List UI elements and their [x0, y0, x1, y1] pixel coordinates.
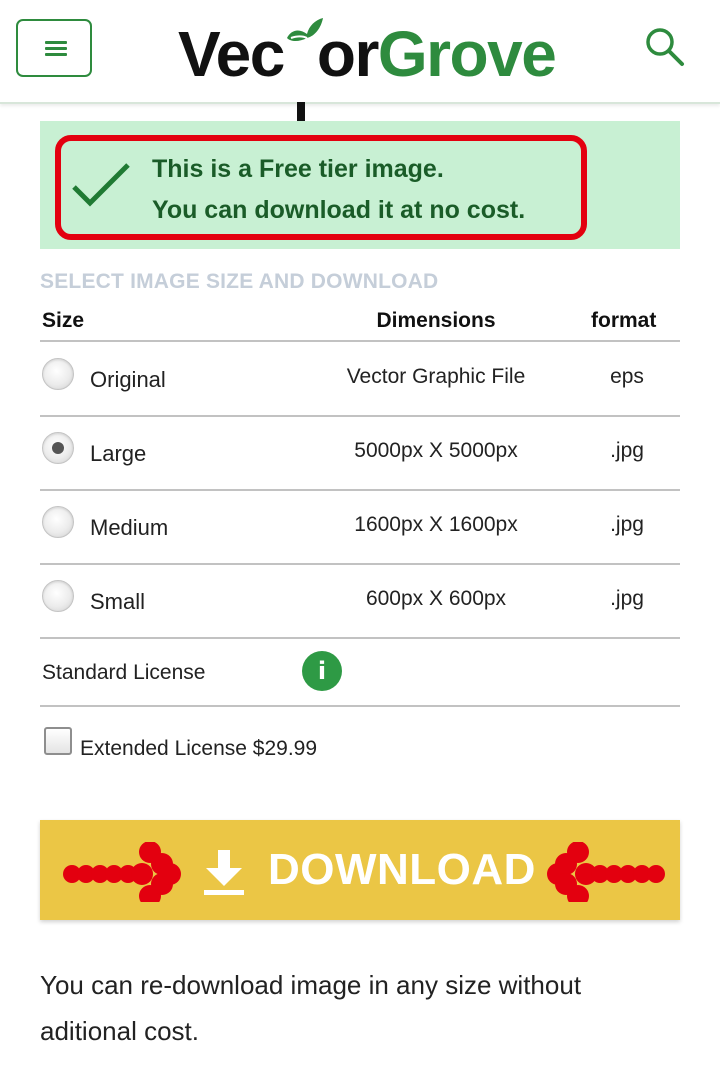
free-tier-line-2: You can download it at no cost.	[152, 196, 526, 224]
size-label: Original	[90, 367, 166, 392]
search-icon[interactable]	[640, 24, 688, 68]
logo-text-vec: Vec	[178, 18, 285, 90]
standard-license-row: Standard License i	[40, 639, 680, 705]
size-dimensions: 5000px X 5000px	[354, 439, 518, 462]
logo-text-grove: Grove	[377, 18, 557, 90]
info-icon[interactable]: i	[302, 651, 342, 691]
column-header-format: format	[591, 309, 657, 332]
size-row-medium[interactable]: Medium 1600px X 1600px .jpg	[40, 489, 680, 563]
leaf-icon	[287, 18, 323, 41]
size-dimensions: 600px X 600px	[365, 587, 507, 610]
red-arrow-right-icon	[63, 842, 181, 902]
radio-medium[interactable]	[42, 506, 74, 538]
free-tier-message: This is a Free tier image. You can downl…	[152, 149, 525, 231]
logo-text-or: or	[316, 18, 380, 90]
section-title: SELECT IMAGE SIZE AND DOWNLOAD	[40, 270, 439, 293]
hamburger-icon	[45, 41, 67, 44]
free-tier-banner: This is a Free tier image. You can downl…	[40, 121, 680, 249]
extended-license-row[interactable]: Extended License $29.99	[40, 707, 680, 777]
radio-original[interactable]	[42, 358, 74, 390]
hamburger-icon-bar	[45, 53, 67, 56]
site-logo[interactable]: Vec orGrove	[178, 18, 557, 142]
size-dimensions: Vector Graphic File	[346, 365, 526, 388]
size-label: Large	[90, 441, 147, 466]
size-format: .jpg	[610, 439, 644, 462]
site-header: Vec orGrove	[0, 0, 720, 142]
radio-large[interactable]	[42, 432, 74, 464]
size-label: Small	[90, 589, 146, 614]
size-row-original[interactable]: Original Vector Graphic File eps	[40, 341, 680, 415]
standard-license-label: Standard License	[42, 661, 206, 684]
menu-button[interactable]	[16, 19, 92, 77]
extended-license-checkbox[interactable]	[44, 727, 72, 755]
red-arrow-left-icon	[547, 842, 665, 902]
redownload-note: You can re-download image in any size wi…	[40, 970, 582, 1046]
radio-small[interactable]	[42, 580, 74, 612]
size-format: .jpg	[610, 587, 644, 610]
size-format: eps	[610, 365, 644, 388]
download-button[interactable]: DOWNLOAD	[40, 820, 680, 920]
free-tier-line-1: This is a Free tier image.	[152, 155, 444, 183]
size-label: Medium	[90, 515, 169, 540]
checkmark-icon	[72, 163, 130, 207]
size-row-large[interactable]: Large 5000px X 5000px .jpg	[40, 415, 680, 489]
hamburger-icon-bar	[45, 47, 67, 50]
size-format: .jpg	[610, 513, 644, 536]
download-icon	[204, 850, 244, 895]
size-row-small[interactable]: Small 600px X 600px .jpg	[40, 563, 680, 637]
extended-license-label[interactable]: Extended License $29.99	[80, 737, 317, 761]
size-dimensions: 1600px X 1600px	[354, 513, 518, 536]
download-label: DOWNLOAD	[268, 845, 536, 894]
